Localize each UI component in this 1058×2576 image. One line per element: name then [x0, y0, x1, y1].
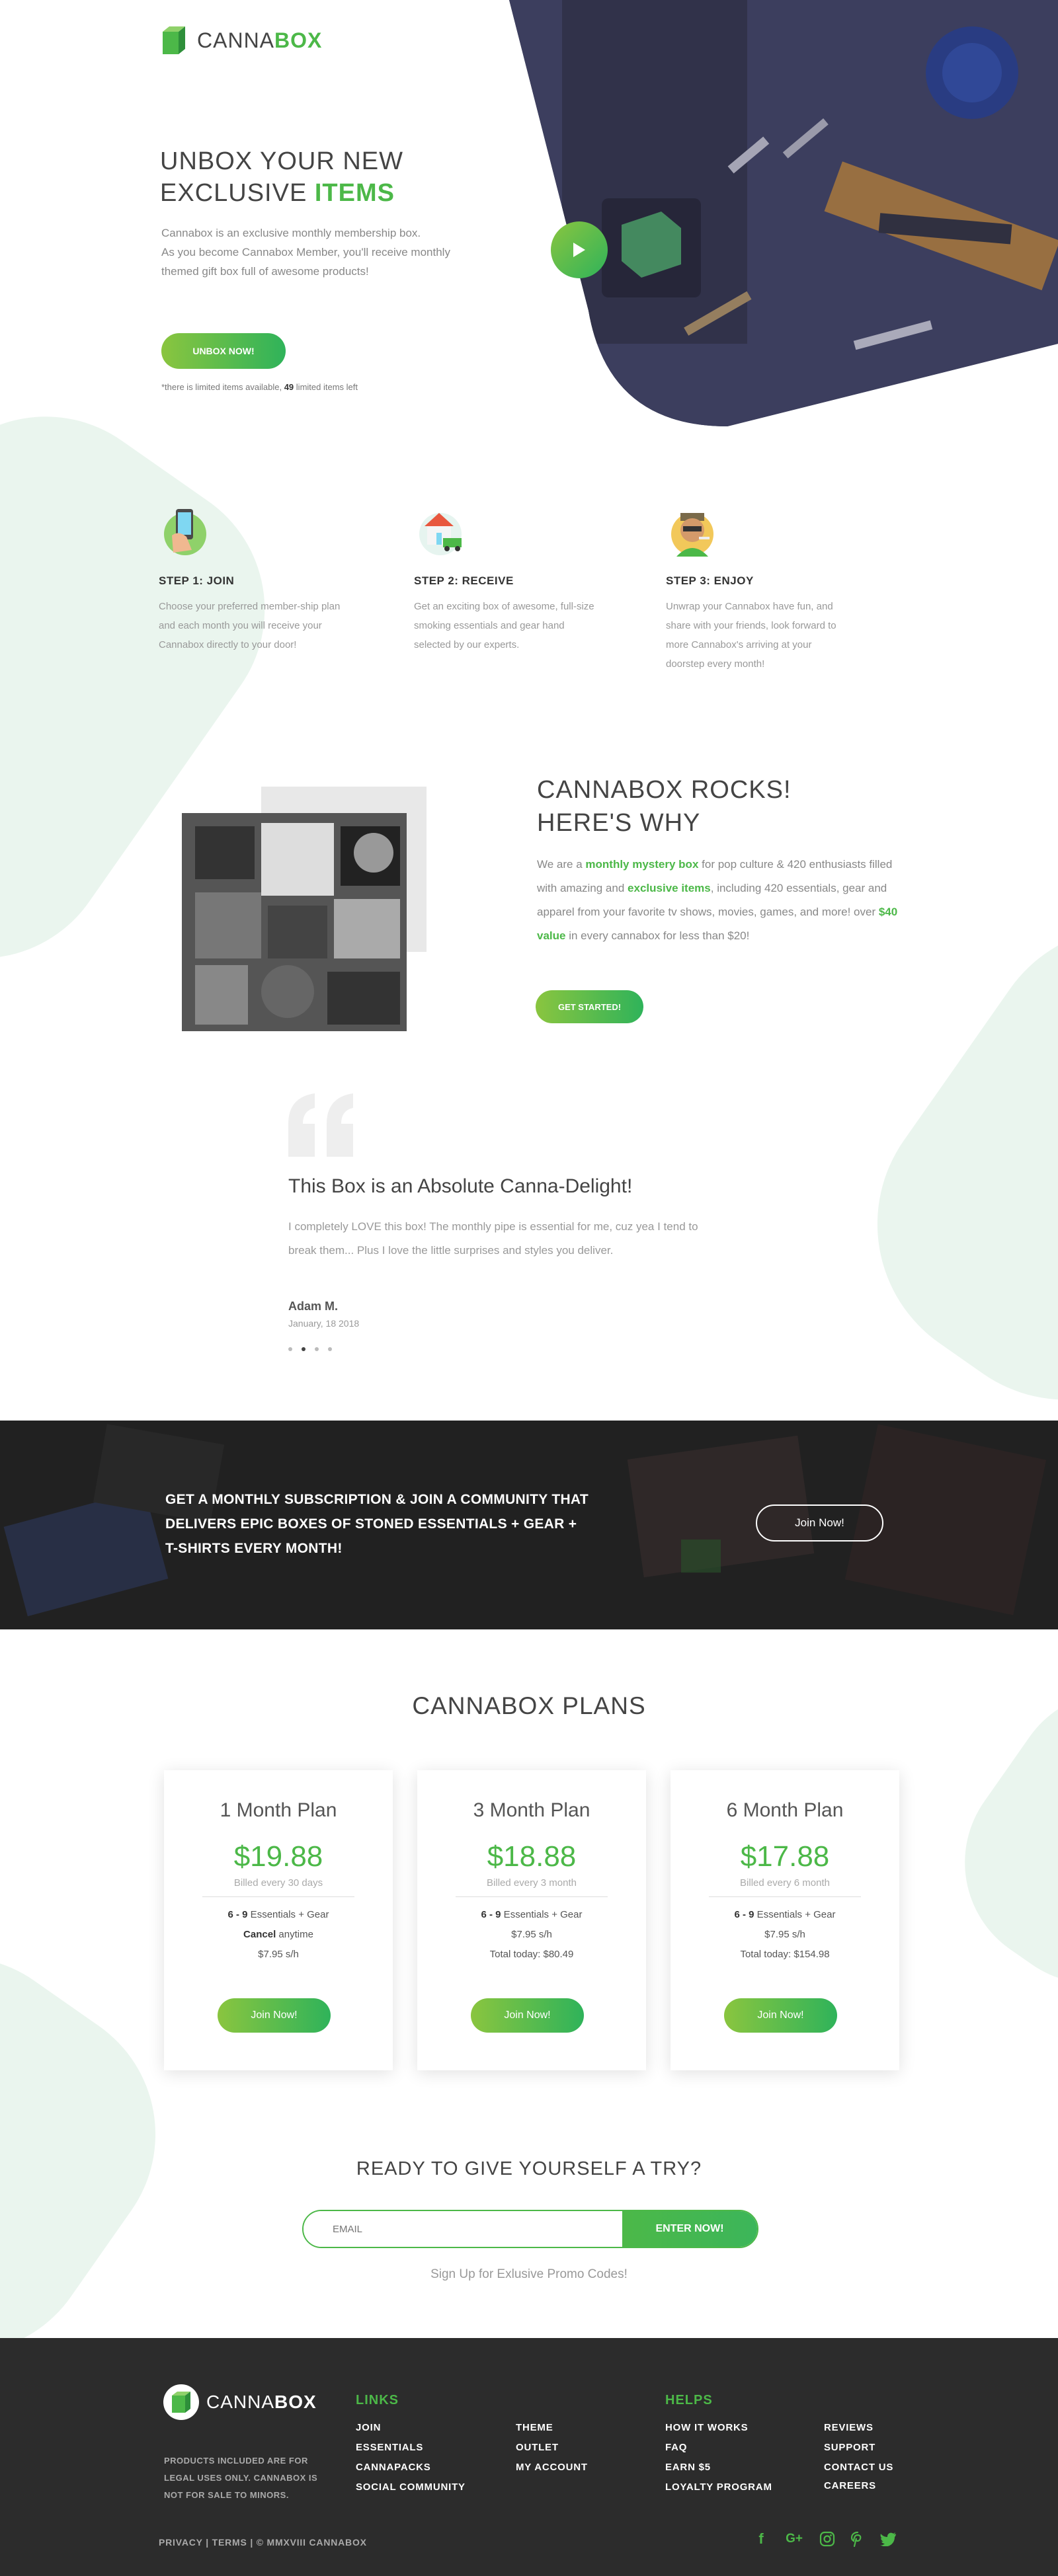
plan-name: 3 Month Plan	[473, 1799, 590, 1821]
banner-join-now-button[interactable]: Join Now!	[756, 1504, 883, 1542]
enter-now-button[interactable]: ENTER NOW!	[622, 2211, 757, 2247]
testimonial-date: January, 18 2018	[288, 1318, 360, 1329]
testimonial-pagination	[288, 1347, 332, 1351]
footer-logo[interactable]: CANNABOX	[163, 2384, 317, 2421]
step-desc: Get an exciting box of awesome, full-siz…	[414, 601, 594, 650]
step-join: STEP 1: JOIN Choose your preferred membe…	[159, 504, 357, 654]
delivery-house-icon	[419, 513, 462, 555]
brand-name: CANNABOX	[197, 28, 323, 52]
brand-logo[interactable]: CANNABOX	[159, 25, 322, 56]
footer-brand-name: CANNABOX	[206, 2392, 317, 2412]
limited-items-note: *there is limited items available, 49 li…	[161, 382, 358, 392]
pagination-dot[interactable]	[328, 1347, 332, 1351]
step-enjoy: STEP 3: ENJOY Unwrap your Cannabox have …	[666, 504, 864, 674]
plan-card-3-month: 3 Month Plan $18.88 Billed every 3 month…	[417, 1770, 646, 2070]
plan-feature: Cancel anytime	[243, 1929, 313, 1940]
instagram-icon[interactable]	[817, 2529, 837, 2549]
step-title: STEP 3: ENJOY	[666, 574, 754, 587]
phone-hand-icon	[164, 509, 206, 555]
quote-icon	[288, 1093, 353, 1157]
plan-billing: Billed every 3 month	[456, 1877, 608, 1897]
plan-price: $17.88	[740, 1840, 830, 1873]
play-video-button[interactable]	[551, 221, 608, 278]
footer-link-earn[interactable]: EARN $5	[665, 2462, 711, 2473]
product-collage-image	[182, 787, 427, 1031]
footer-link-join[interactable]: JOIN	[356, 2422, 381, 2433]
plan-join-now-button[interactable]: Join Now!	[471, 1998, 584, 2033]
cube-logo-icon	[163, 2384, 199, 2420]
plan-feature: Total today: $80.49	[489, 1949, 574, 1960]
google-plus-icon[interactable]: G+	[784, 2529, 804, 2549]
plan-price: $19.88	[233, 1840, 323, 1873]
footer-links-heading: LINKS	[356, 2393, 399, 2407]
unbox-now-button[interactable]: UNBOX NOW!	[161, 333, 286, 369]
plan-feature: 6 - 9 Essentials + Gear	[227, 1909, 329, 1920]
plan-card-1-month: 1 Month Plan $19.88 Billed every 30 days…	[164, 1770, 393, 2070]
hero-product-image	[509, 0, 1058, 426]
facebook-icon[interactable]: f	[751, 2529, 771, 2549]
plan-price: $18.88	[487, 1840, 577, 1873]
plan-feature: $7.95 s/h	[764, 1929, 805, 1940]
plan-feature: Total today: $154.98	[740, 1949, 830, 1960]
hero-title: UNBOX YOUR NEW EXCLUSIVE ITEMS	[160, 147, 404, 207]
play-icon	[573, 243, 585, 257]
step-desc: Choose your preferred member-ship plan a…	[159, 601, 341, 650]
footer-helps-heading: HELPS	[665, 2393, 713, 2407]
plan-feature: $7.95 s/h	[511, 1929, 552, 1940]
plan-billing: Billed every 6 month	[709, 1877, 861, 1897]
footer-link-careers[interactable]: CAREERS	[824, 2480, 876, 2491]
testimonial-author: Adam M.	[288, 1300, 339, 1313]
pagination-dot-active[interactable]	[302, 1347, 305, 1351]
footer-link-support[interactable]: SUPPORT	[824, 2442, 875, 2453]
plans-title: CANNABOX PLANS	[412, 1692, 646, 1719]
plan-join-now-button[interactable]: Join Now!	[724, 1998, 837, 2033]
rocks-description: We are a monthly mystery box for pop cul…	[537, 858, 898, 942]
footer-link-contact-us[interactable]: CONTACT US	[824, 2462, 893, 2473]
plan-feature: 6 - 9 Essentials + Gear	[734, 1909, 836, 1920]
cube-logo-icon	[163, 26, 185, 54]
twitter-icon[interactable]	[878, 2529, 898, 2549]
plan-billing: Billed every 30 days	[202, 1877, 354, 1897]
pagination-dot[interactable]	[315, 1347, 319, 1351]
bg-shape-right	[820, 869, 1058, 1458]
footer-link-reviews[interactable]: REVIEWS	[824, 2422, 874, 2433]
plan-feature: $7.95 s/h	[258, 1949, 299, 1960]
hero-description: Cannabox is an exclusive monthly members…	[161, 227, 450, 278]
footer-link-my-account[interactable]: MY ACCOUNT	[516, 2462, 588, 2473]
footer-legal-links[interactable]: PRIVACY | TERMS | © MMXVIII CANNABOX	[159, 2537, 367, 2548]
rocks-title: CANNABOX ROCKS! HERE'S WHY	[537, 776, 792, 837]
plan-join-now-button[interactable]: Join Now!	[218, 1998, 331, 2033]
ready-title: READY TO GIVE YOURSELF A TRY?	[356, 2158, 702, 2179]
footer-link-faq[interactable]: FAQ	[665, 2442, 687, 2453]
testimonial-title: This Box is an Absolute Canna-Delight!	[288, 1175, 633, 1197]
plan-card-6-month: 6 Month Plan $17.88 Billed every 6 month…	[671, 1770, 899, 2070]
testimonial-body: I completely LOVE this box! The monthly …	[288, 1220, 698, 1257]
footer-link-cannapacks[interactable]: CANNAPACKS	[356, 2462, 431, 2473]
footer-link-outlet[interactable]: OUTLET	[516, 2442, 559, 2453]
get-started-button[interactable]: GET STARTED!	[536, 990, 643, 1023]
footer-link-social-community[interactable]: SOCIAL COMMUNITY	[356, 2481, 466, 2493]
step-desc: Unwrap your Cannabox have fun, and share…	[666, 601, 836, 670]
email-signup-form: ENTER NOW!	[302, 2210, 758, 2248]
step-receive: STEP 2: RECEIVE Get an exciting box of a…	[414, 504, 612, 654]
plan-feature: 6 - 9 Essentials + Gear	[481, 1909, 583, 1920]
footer-link-essentials[interactable]: ESSENTIALS	[356, 2442, 423, 2453]
pinterest-icon[interactable]	[848, 2529, 868, 2549]
step-title: STEP 1: JOIN	[159, 574, 235, 587]
footer-link-how-it-works[interactable]: HOW IT WORKS	[665, 2422, 748, 2433]
footer-link-theme[interactable]: THEME	[516, 2422, 553, 2433]
banner-text: GET A MONTHLY SUBSCRIPTION & JOIN A COMM…	[165, 1492, 589, 1556]
plan-name: 6 Month Plan	[726, 1799, 844, 1821]
pagination-dot[interactable]	[288, 1347, 292, 1351]
promo-text: Sign Up for Exlusive Promo Codes!	[430, 2267, 628, 2281]
person-smoking-icon	[671, 513, 713, 557]
plan-name: 1 Month Plan	[220, 1799, 337, 1821]
step-title: STEP 2: RECEIVE	[414, 574, 514, 587]
footer-disclaimer: PRODUCTS INCLUDED ARE FOR LEGAL USES ONL…	[164, 2456, 318, 2500]
footer-link-loyalty-program[interactable]: LOYALTY PROGRAM	[665, 2481, 772, 2493]
email-input[interactable]	[304, 2211, 622, 2247]
